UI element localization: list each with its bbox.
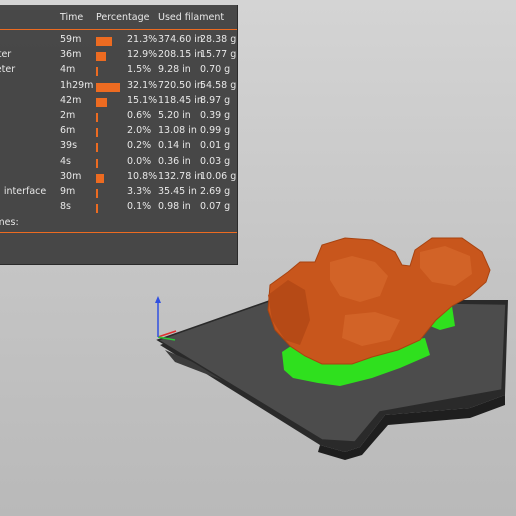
feature-name: imeter (0, 49, 12, 61)
stats-row: erial 30m 10.8%132.78 in10.06 g (0, 171, 237, 186)
filament-length: 720.50 in (158, 79, 203, 91)
filament-length: 35.45 in (158, 186, 197, 197)
feature-percentage: 0.2% (127, 140, 152, 152)
filament-length: 5.20 in (158, 110, 191, 121)
feature-time: 4s (60, 155, 71, 167)
percentage-bar (96, 204, 98, 214)
feature-percentage: 0.0% (127, 155, 152, 167)
feature-time: 4m (60, 64, 76, 76)
filament-weight: 0.39 g (200, 110, 231, 121)
feature-time: 2m (60, 110, 76, 121)
filament-weight: 0.07 g (200, 201, 231, 213)
stats-row: 8s 0.1% 0.98 in 0.07 g (0, 201, 237, 216)
stats-row: imeter 36m 12.9%208.15 in15.77 g (0, 49, 237, 64)
feature-name: rimeter (0, 64, 16, 76)
stats-row: 4s 0.0% 0.36 in 0.03 g (0, 156, 237, 171)
feature-time: 1h29m (60, 79, 94, 91)
percentage-bar (96, 97, 108, 107)
filament-weight: 0.70 g (200, 64, 231, 76)
feature-time: 39s (60, 140, 78, 152)
filament-weight: 2.69 g (200, 186, 231, 197)
time-header: Time (60, 12, 84, 23)
feature-name: l (0, 110, 55, 121)
stats-row: 39s 0.2% 0.14 in 0.01 g (0, 140, 237, 155)
print-statistics-panel: Time Percentage Used filament 59m 21.3% 37… (0, 5, 238, 265)
percentage-bar (96, 67, 98, 77)
feature-name: erial interface (0, 186, 47, 197)
feature-time: 59m (60, 34, 82, 45)
filament-length: 118.45 in (158, 94, 203, 106)
percentage-bar (96, 128, 98, 138)
filament-length: 0.14 in (158, 140, 191, 152)
filament-length: 374.60 in (158, 34, 203, 45)
feature-time: 42m (60, 94, 82, 106)
feature-time: 30m (60, 170, 82, 182)
feature-percentage: 2.0% (127, 125, 152, 137)
feature-time: 9m (60, 186, 76, 197)
percentage-bar (96, 173, 105, 183)
filament-weight: 28.38 g (200, 34, 237, 45)
feature-time: 6m (60, 125, 76, 137)
stats-row: 42m 15.1% 118.45 in 8.97 g (0, 95, 237, 110)
feature-time: 8s (60, 201, 71, 213)
z-axis-arrow (155, 296, 161, 303)
feature-percentage: 21.3% (127, 34, 158, 45)
percentage-bar (96, 158, 98, 168)
stats-row: 1h29m 32.1% 720.50 in 54.58 g (0, 80, 237, 95)
stats-row: erial interface 9m 3.3% 35.45 in2.69 g (0, 186, 237, 201)
used-filament-header: Used filament (158, 12, 225, 23)
filament-length: 13.08 in (158, 125, 197, 137)
filament-length: 208.15 in (158, 49, 203, 61)
filament-weight: 0.01 g (200, 140, 231, 152)
percentage-bar (96, 37, 112, 46)
stats-row: rimeter 4m 1.5% 9.28 in 0.70 g (0, 64, 237, 79)
filament-length: 132.78 in (158, 170, 203, 182)
percentage-bar (96, 143, 98, 153)
feature-percentage: 12.9% (127, 49, 158, 61)
filament-length: 9.28 in (158, 64, 191, 76)
stats-row: 6m 2.0% 13.08 in 0.99 g (0, 125, 237, 140)
times-label: g times: (0, 217, 19, 228)
feature-percentage: 15.1% (127, 94, 158, 106)
percentage-header: Percentage (96, 12, 150, 23)
percentage-bar (96, 82, 120, 92)
filament-weight: 15.77 g (200, 49, 237, 61)
feature-percentage: 3.3% (127, 186, 152, 197)
stats-row: l 2m 0.6% 5.20 in 0.39 g (0, 110, 237, 125)
feature-name: erial (0, 171, 55, 182)
percentage-bar (96, 113, 98, 122)
filament-weight: 54.58 g (200, 79, 237, 91)
percentage-bar (96, 52, 106, 62)
percentage-bar (96, 189, 99, 198)
feature-percentage: 0.1% (127, 201, 152, 213)
times-divider (0, 232, 237, 233)
filament-length: 0.36 in (158, 155, 191, 167)
filament-weight: 8.97 g (200, 94, 231, 106)
feature-percentage: 0.6% (127, 110, 152, 121)
filament-weight: 10.06 g (200, 170, 237, 182)
feature-time: 36m (60, 49, 82, 61)
filament-length: 0.98 in (158, 201, 191, 213)
filament-weight: 0.99 g (200, 125, 231, 137)
feature-percentage: 1.5% (127, 64, 152, 76)
filament-weight: 0.03 g (200, 155, 231, 167)
feature-percentage: 32.1% (127, 79, 158, 91)
feature-percentage: 10.8% (127, 170, 158, 182)
stats-row: 59m 21.3% 374.60 in 28.38 g (0, 34, 237, 49)
header-divider (0, 29, 237, 30)
